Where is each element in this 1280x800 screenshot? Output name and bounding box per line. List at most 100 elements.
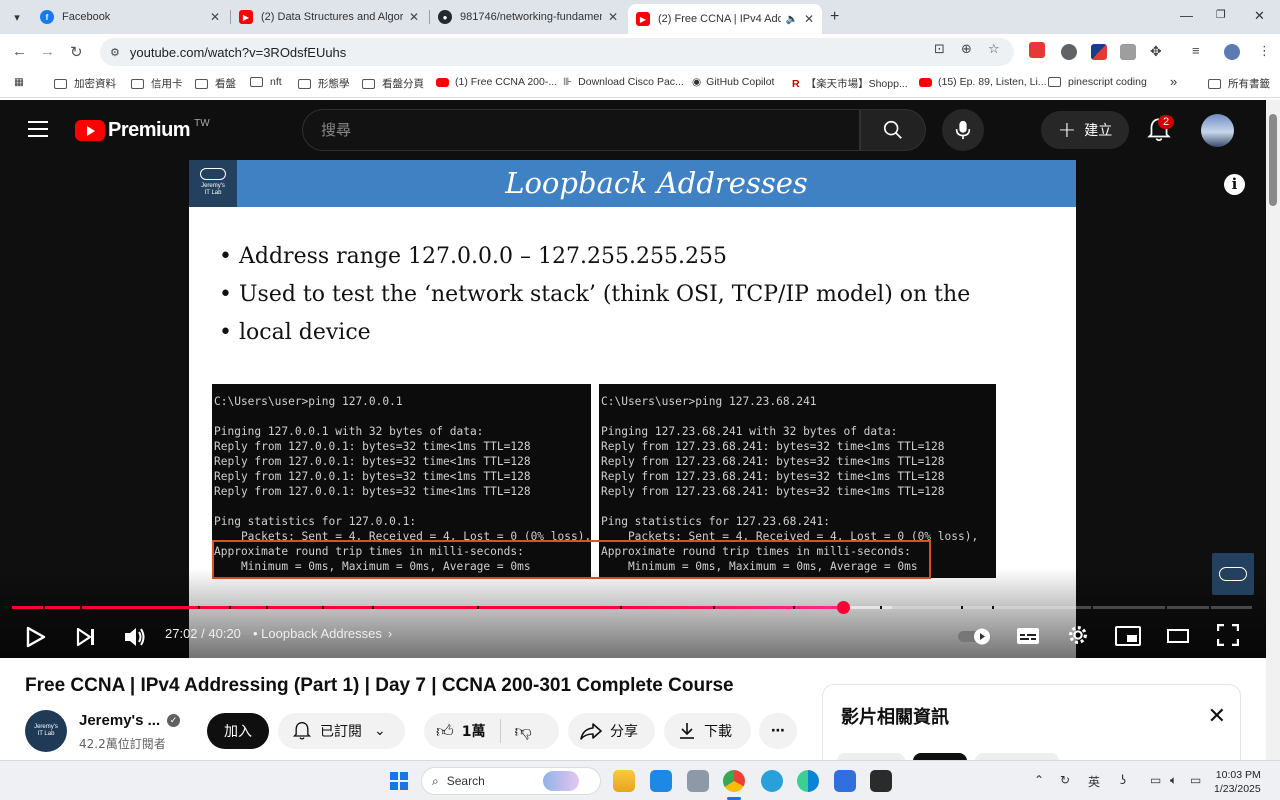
scrollbar-thumb[interactable] [1269, 114, 1277, 206]
next-video-icon[interactable] [76, 627, 96, 647]
install-app-icon[interactable]: ⊡ [934, 41, 945, 57]
edge-icon[interactable] [797, 770, 819, 792]
profile-avatar[interactable] [1224, 44, 1240, 60]
guide-menu-icon[interactable] [28, 121, 48, 137]
voice-search-button[interactable] [942, 109, 984, 151]
page-scrollbar[interactable] [1266, 100, 1280, 760]
close-tab-icon[interactable]: ✕ [210, 10, 220, 24]
subtitles-icon[interactable] [1016, 627, 1040, 645]
media-control-icon[interactable]: ≡ [1192, 43, 1200, 58]
share-button[interactable]: 分享 [568, 713, 655, 749]
chapter-title-button[interactable]: • Loopback Addresses › [253, 626, 392, 641]
system-clock[interactable]: 10:03 PM 1/23/2025 [1214, 768, 1261, 796]
autoplay-toggle[interactable] [957, 626, 993, 646]
reload-icon[interactable]: ↻ [70, 43, 83, 61]
close-tab-icon[interactable]: ✕ [409, 10, 419, 24]
file-explorer-icon[interactable] [613, 770, 635, 792]
volume-icon[interactable] [123, 626, 147, 648]
ime-indicator[interactable]: 英 [1088, 773, 1100, 790]
fullscreen-icon[interactable] [1217, 624, 1239, 646]
audio-playing-icon[interactable]: 🔈 [785, 14, 797, 25]
subscribed-button[interactable]: 已訂閱 ⌄ [278, 713, 405, 749]
app-icon[interactable] [650, 770, 672, 792]
notepad-icon[interactable] [834, 770, 856, 792]
like-count[interactable]: 1萬 [462, 721, 486, 741]
back-icon[interactable]: ← [12, 43, 27, 60]
close-window-icon[interactable]: ✕ [1254, 8, 1265, 24]
zoom-icon[interactable]: ⊕ [961, 41, 972, 57]
extension-icon[interactable] [1061, 44, 1077, 60]
more-actions-button[interactable]: ⋯ [759, 713, 797, 749]
create-button[interactable]: + 建立 [1041, 111, 1129, 149]
chrome-icon[interactable] [723, 770, 745, 792]
tab-facebook[interactable]: f Facebook ✕ [32, 4, 228, 30]
new-tab-button[interactable]: + [830, 8, 839, 26]
extensions-puzzle-icon[interactable]: ✥ [1150, 43, 1162, 60]
search-box[interactable] [302, 109, 860, 151]
miniplayer-icon[interactable] [1115, 626, 1141, 646]
video-player[interactable]: Jeremy's IT Lab Loopback Addresses Addre… [0, 160, 1266, 658]
settings-gear-icon[interactable] [1067, 624, 1089, 646]
play-icon[interactable] [26, 626, 46, 648]
network-icon[interactable]: ▭ [1150, 773, 1161, 787]
channel-name[interactable]: Jeremy's ... [79, 712, 160, 729]
search-input[interactable] [321, 121, 859, 139]
bookmark-link[interactable]: ⊪ Download Cisco Pac... [563, 76, 684, 88]
telegram-icon[interactable] [761, 770, 783, 792]
ime-mode-icon[interactable]: ʖ [1120, 773, 1126, 787]
extension-icon[interactable] [1091, 44, 1107, 60]
taskbar-search[interactable]: ⌕ Search [421, 767, 601, 795]
bookmark-link[interactable]: ◉ GitHub Copilot [692, 76, 774, 88]
apps-grid-icon[interactable]: ▦ [14, 76, 24, 88]
tab-search-button[interactable]: ▾ [6, 6, 28, 28]
scrubber-handle[interactable] [836, 601, 850, 614]
chrome-menu-icon[interactable]: ⋮ [1258, 43, 1271, 59]
account-avatar[interactable] [1201, 114, 1234, 147]
bookmark-link[interactable]: (1) Free CCNA 200-... [436, 76, 557, 88]
bookmark-link[interactable]: (15) Ep. 89, Listen, Li... [919, 76, 1047, 88]
channel-avatar[interactable]: Jeremy's IT Lab [25, 710, 67, 752]
maximize-icon[interactable]: ❐ [1216, 8, 1226, 21]
bookmark-folder[interactable]: 信用卡 [131, 76, 183, 91]
site-info-icon[interactable]: ⚙ [110, 46, 120, 59]
battery-icon[interactable]: ▭ [1190, 773, 1201, 787]
bookmark-folder[interactable]: 看盤分頁 [362, 76, 424, 91]
new-extension-icon[interactable] [1029, 42, 1045, 58]
forward-icon[interactable]: → [40, 43, 55, 60]
tab-data-structures[interactable]: ▶ (2) Data Structures and Algorith ✕ [231, 4, 427, 30]
bookmarks-overflow-button[interactable]: » [1170, 74, 1177, 89]
info-card-icon[interactable]: i [1224, 174, 1245, 195]
search-button[interactable] [860, 109, 926, 151]
join-button[interactable]: 加入 [207, 713, 269, 749]
all-bookmarks-folder[interactable]: 所有書籤 [1208, 76, 1270, 91]
speaker-icon[interactable]: 🔈︎ [1170, 773, 1177, 788]
tab-free-ccna[interactable]: ▶ (2) Free CCNA | IPv4 Addres 🔈 ✕ [628, 4, 822, 34]
windows-start-icon[interactable] [390, 772, 408, 790]
like-icon[interactable]: 👍︎ [436, 721, 454, 742]
close-tab-icon[interactable]: ✕ [804, 12, 814, 26]
address-bar[interactable]: ⚙ youtube.com/watch?v=3ROdsfEUuhs [100, 38, 1014, 66]
bookmark-folder[interactable]: nft [250, 76, 282, 88]
dislike-icon[interactable]: 👎︎ [515, 721, 532, 742]
show-hidden-icons-chevron-icon[interactable]: ⌃ [1034, 773, 1044, 787]
minimize-icon[interactable]: — [1180, 8, 1193, 23]
close-panel-icon[interactable]: ✕ [1208, 703, 1226, 729]
terminal-icon[interactable] [870, 770, 892, 792]
progress-bar[interactable] [12, 601, 1252, 614]
tab-github[interactable]: ● 981746/networking-fundament ✕ [430, 4, 626, 30]
bookmark-star-icon[interactable]: ☆ [988, 41, 1000, 57]
bookmark-folder[interactable]: pinescript coding [1048, 76, 1147, 88]
bookmark-link[interactable]: R 【楽天市場】Shopp... [792, 76, 908, 91]
channel-watermark[interactable] [1212, 553, 1254, 595]
sync-icon[interactable]: ↻ [1060, 773, 1070, 787]
theater-mode-icon[interactable] [1167, 629, 1189, 643]
close-tab-icon[interactable]: ✕ [608, 10, 618, 24]
url-text[interactable]: youtube.com/watch?v=3ROdsfEUuhs [130, 45, 346, 60]
extension-icon[interactable] [1120, 44, 1136, 60]
bookmark-folder[interactable]: 加密資料 [54, 76, 116, 91]
bookmark-folder[interactable]: 看盤 [195, 76, 236, 91]
app-icon[interactable] [687, 770, 709, 792]
bookmark-folder[interactable]: 形態學 [298, 76, 350, 91]
youtube-premium-logo[interactable]: Premium TW [75, 118, 210, 142]
download-button[interactable]: 下載 [664, 713, 751, 749]
